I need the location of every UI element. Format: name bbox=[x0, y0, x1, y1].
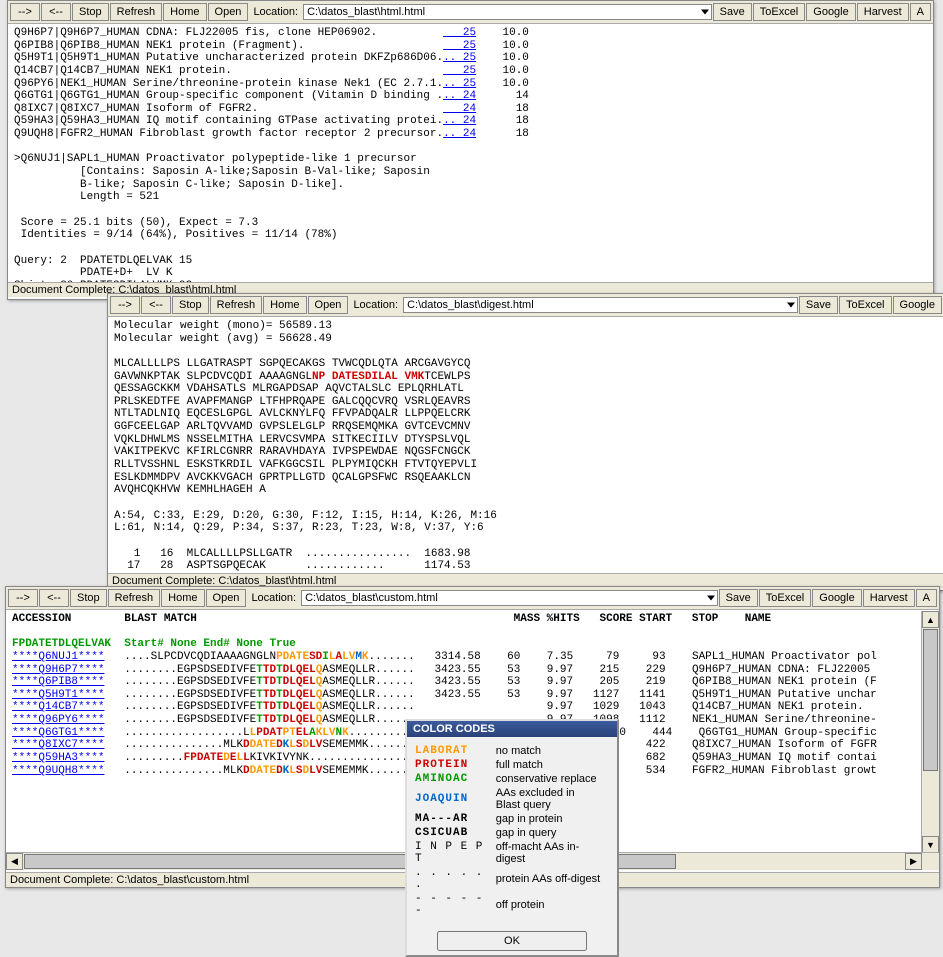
next-button[interactable]: --> bbox=[8, 589, 38, 607]
accession-link[interactable]: ****Q8IXC7**** bbox=[12, 739, 104, 751]
location-label: Location: bbox=[349, 299, 402, 311]
accession-link[interactable]: ****Q6NUJ1**** bbox=[12, 651, 104, 663]
home-button[interactable]: Home bbox=[263, 296, 306, 314]
scroll-left-icon[interactable]: ◀ bbox=[6, 853, 23, 870]
stop-button[interactable]: Stop bbox=[72, 3, 109, 21]
scroll-up-icon[interactable]: ▲ bbox=[922, 611, 939, 628]
a-button[interactable]: A bbox=[916, 589, 937, 607]
accession-link[interactable]: ****Q6PIB8**** bbox=[12, 676, 104, 688]
accession-link[interactable]: ****Q14CB7**** bbox=[12, 701, 104, 713]
accession-link[interactable]: ****Q9UQH8**** bbox=[12, 765, 104, 777]
toolbar-1: --> <-- Stop Refresh Home Open Location:… bbox=[8, 1, 933, 24]
location-input[interactable] bbox=[403, 297, 798, 313]
home-button[interactable]: Home bbox=[163, 3, 206, 21]
score-link[interactable]: .. 24 bbox=[443, 115, 476, 127]
stop-button[interactable]: Stop bbox=[70, 589, 107, 607]
legend-row: LABORATno match bbox=[415, 745, 609, 757]
harvest-button[interactable]: Harvest bbox=[863, 589, 915, 607]
accession-link[interactable]: ****Q6GTG1**** bbox=[12, 727, 104, 739]
location-input[interactable] bbox=[303, 4, 712, 20]
scroll-down-icon[interactable]: ▼ bbox=[922, 836, 939, 853]
back-button[interactable]: <-- bbox=[41, 3, 71, 21]
back-button[interactable]: <-- bbox=[39, 589, 69, 607]
score-link[interactable]: 24 bbox=[443, 103, 476, 115]
scrollbar-vertical[interactable]: ▲ ▼ bbox=[921, 611, 939, 853]
popup-title: COLOR CODES bbox=[407, 721, 617, 737]
scroll-right-icon[interactable]: ▶ bbox=[905, 853, 922, 870]
score-link[interactable]: 25 bbox=[443, 40, 476, 52]
legend-row: MA---ARgap in protein bbox=[415, 813, 609, 825]
next-button[interactable]: --> bbox=[110, 296, 140, 314]
google-button[interactable]: Google bbox=[893, 296, 942, 314]
toexcel-button[interactable]: ToExcel bbox=[759, 589, 812, 607]
color-codes-popup: COLOR CODES LABORATno match PROTEINfull m… bbox=[405, 719, 619, 957]
refresh-button[interactable]: Refresh bbox=[108, 589, 161, 607]
stop-button[interactable]: Stop bbox=[172, 296, 209, 314]
next-button[interactable]: --> bbox=[10, 3, 40, 21]
ok-button[interactable]: OK bbox=[437, 931, 587, 951]
accession-link[interactable]: ****Q59HA3**** bbox=[12, 752, 104, 764]
accession-link[interactable]: ****Q96PY6**** bbox=[12, 714, 104, 726]
toexcel-button[interactable]: ToExcel bbox=[753, 3, 806, 21]
google-button[interactable]: Google bbox=[812, 589, 861, 607]
score-link[interactable]: 25 bbox=[443, 27, 476, 39]
legend-row: AMINOACconservative replace bbox=[415, 773, 609, 785]
legend-row: I N P E P Toff-macht AAs in-digest bbox=[415, 841, 609, 865]
location-label: Location: bbox=[249, 6, 302, 18]
location-input[interactable] bbox=[301, 590, 718, 606]
refresh-button[interactable]: Refresh bbox=[210, 296, 263, 314]
save-button[interactable]: Save bbox=[713, 3, 752, 21]
accession-link[interactable]: ****Q9H6P7**** bbox=[12, 664, 104, 676]
open-button[interactable]: Open bbox=[308, 296, 349, 314]
save-button[interactable]: Save bbox=[799, 296, 838, 314]
toexcel-button[interactable]: ToExcel bbox=[839, 296, 892, 314]
save-button[interactable]: Save bbox=[719, 589, 758, 607]
popup-table: LABORATno match PROTEINfull match AMINOACc… bbox=[413, 743, 611, 919]
legend-row: . . . . . .protein AAs off-digest bbox=[415, 867, 609, 891]
score-link[interactable]: 25 bbox=[443, 65, 476, 77]
score-link[interactable]: .. 25 bbox=[443, 52, 476, 64]
toolbar-2: --> <-- Stop Refresh Home Open Location:… bbox=[108, 294, 943, 317]
score-link[interactable]: .. 24 bbox=[443, 90, 476, 102]
a-button[interactable]: A bbox=[910, 3, 931, 21]
location-label: Location: bbox=[247, 592, 300, 604]
harvest-button[interactable]: Harvest bbox=[857, 3, 909, 21]
refresh-button[interactable]: Refresh bbox=[110, 3, 163, 21]
accession-link[interactable]: ****Q5H9T1**** bbox=[12, 689, 104, 701]
score-link[interactable]: .. 25 bbox=[443, 78, 476, 90]
open-button[interactable]: Open bbox=[206, 589, 247, 607]
back-button[interactable]: <-- bbox=[141, 296, 171, 314]
legend-row: PROTEINfull match bbox=[415, 759, 609, 771]
legend-row: - - - - - -off protein bbox=[415, 893, 609, 917]
google-button[interactable]: Google bbox=[806, 3, 855, 21]
open-button[interactable]: Open bbox=[208, 3, 249, 21]
content-2: Molecular weight (mono)= 56589.13 Molecu… bbox=[108, 317, 943, 573]
content-1: Q9H6P7|Q9H6P7_HUMAN CDNA: FLJ22005 fis, … bbox=[8, 24, 933, 282]
legend-row: JOAQUINAAs excluded in Blast query bbox=[415, 787, 609, 811]
score-link[interactable]: .. 24 bbox=[443, 128, 476, 140]
home-button[interactable]: Home bbox=[161, 589, 204, 607]
legend-row: CSICUABgap in query bbox=[415, 827, 609, 839]
toolbar-3: --> <-- Stop Refresh Home Open Location:… bbox=[6, 587, 939, 610]
